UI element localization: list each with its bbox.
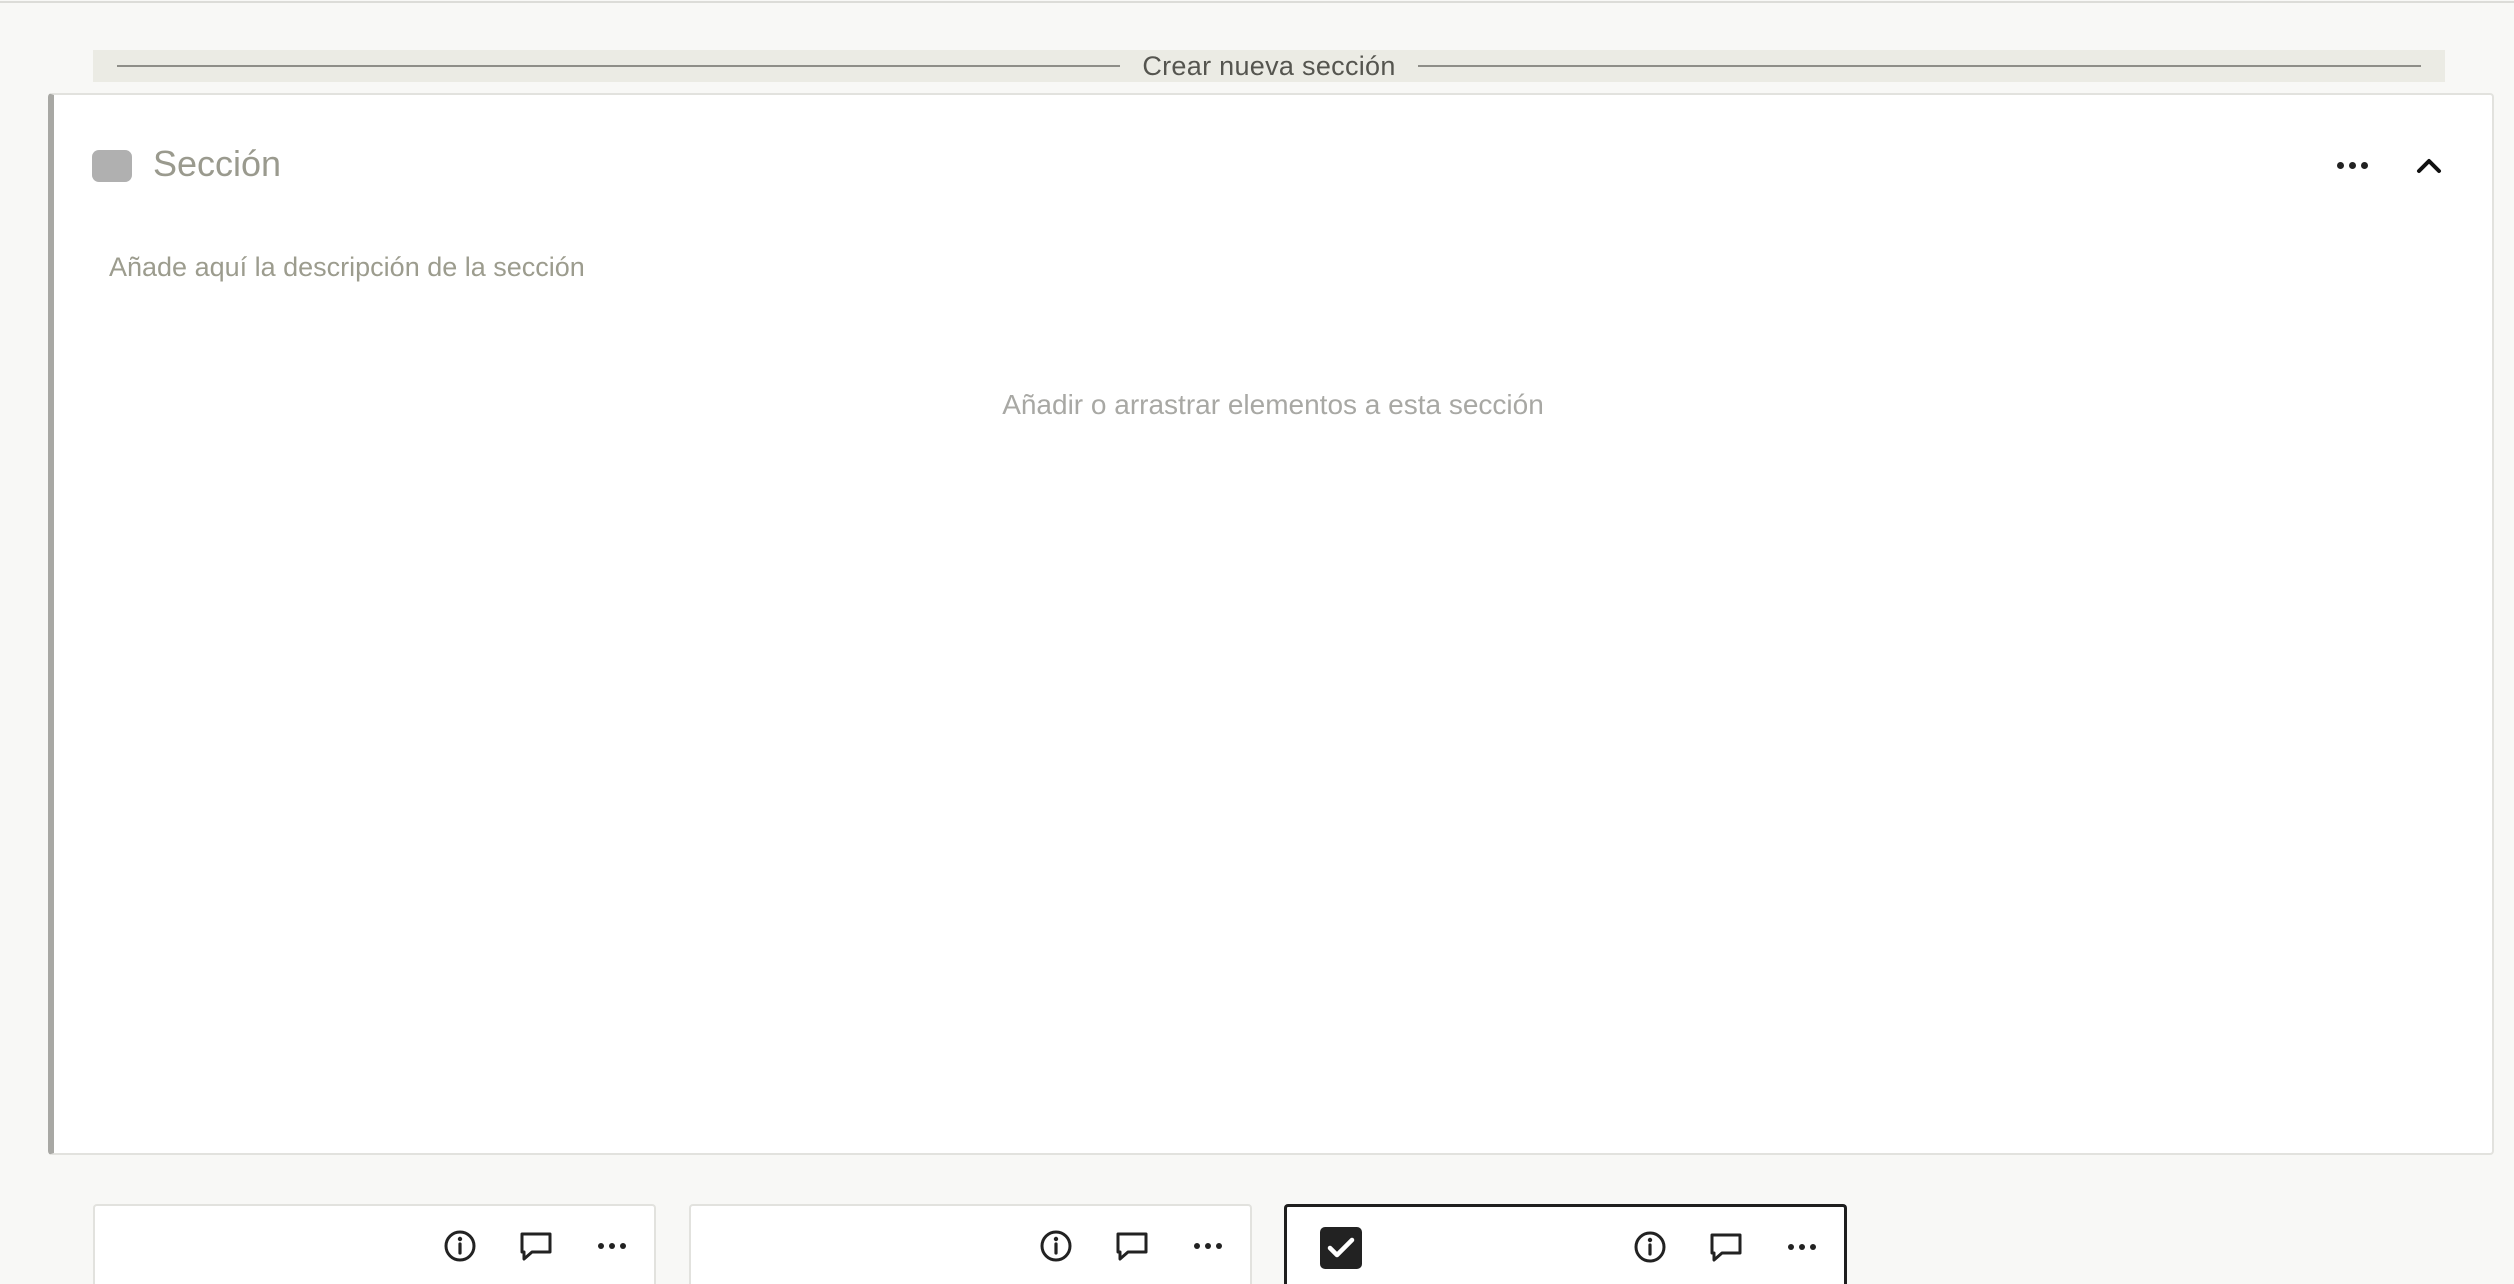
item-card-selected[interactable] xyxy=(1284,1204,1847,1284)
checkmark-icon xyxy=(1327,1237,1355,1258)
more-horizontal-icon xyxy=(1194,1243,1222,1249)
create-section-label: Crear nueva sección xyxy=(1142,50,1396,81)
info-icon xyxy=(444,1230,476,1262)
item-select-checkbox[interactable] xyxy=(1320,1227,1362,1269)
item-card-actions xyxy=(1034,1226,1230,1266)
chevron-up-icon xyxy=(2417,159,2441,173)
section-title[interactable]: Sección xyxy=(153,143,281,185)
comment-icon xyxy=(520,1232,552,1261)
item-card-actions xyxy=(438,1226,634,1266)
divider-line-left xyxy=(117,65,1121,67)
section-more-button[interactable] xyxy=(2322,145,2382,185)
more-horizontal-icon xyxy=(2336,161,2344,169)
item-comment-button[interactable] xyxy=(514,1226,558,1266)
item-card[interactable] xyxy=(689,1204,1252,1284)
item-card[interactable] xyxy=(93,1204,656,1284)
item-comment-button[interactable] xyxy=(1110,1226,1154,1266)
create-section-button[interactable]: Crear nueva sección xyxy=(93,50,2445,82)
section-collapse-button[interactable] xyxy=(2404,143,2454,187)
section-empty-hint: Añadir o arrastrar elementos a esta secc… xyxy=(1002,389,1544,420)
item-info-button[interactable] xyxy=(1034,1226,1078,1266)
comment-icon xyxy=(1710,1233,1742,1262)
section-card: Sección Añade aquí la descripción de la … xyxy=(48,93,2494,1155)
item-info-button[interactable] xyxy=(1628,1227,1672,1267)
more-horizontal-icon xyxy=(1788,1244,1816,1250)
section-description-input[interactable]: Añade aquí la descripción de la sección xyxy=(109,252,585,283)
section-color-swatch[interactable] xyxy=(92,150,132,182)
info-icon xyxy=(1040,1230,1072,1262)
more-horizontal-icon xyxy=(598,1243,626,1249)
item-comment-button[interactable] xyxy=(1704,1227,1748,1267)
item-more-button[interactable] xyxy=(590,1226,634,1266)
item-info-button[interactable] xyxy=(438,1226,482,1266)
item-more-button[interactable] xyxy=(1780,1227,1824,1267)
divider-line-right xyxy=(1417,65,2422,67)
item-more-button[interactable] xyxy=(1186,1226,1230,1266)
top-divider xyxy=(0,0,2514,3)
comment-icon xyxy=(1116,1232,1148,1261)
item-card-actions xyxy=(1628,1227,1824,1267)
info-icon xyxy=(1634,1231,1666,1263)
section-header: Sección xyxy=(54,95,2492,235)
